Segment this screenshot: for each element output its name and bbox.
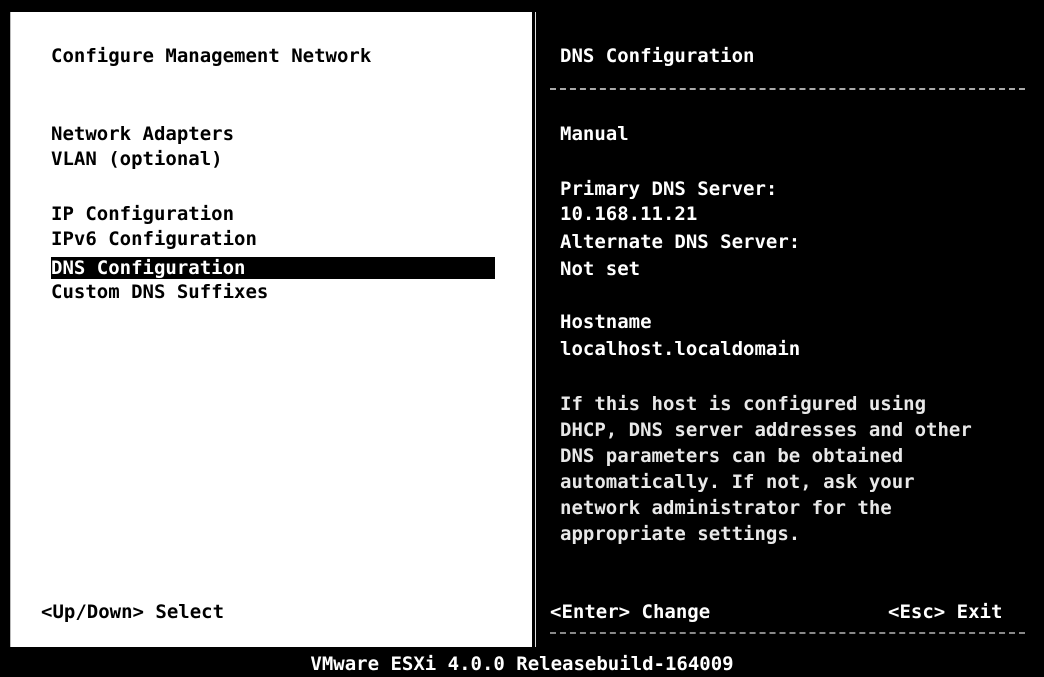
footer-divider xyxy=(550,632,1025,634)
up-down-select-hint: <Up/Down> Select xyxy=(41,601,225,623)
details-pane-title: DNS Configuration xyxy=(560,45,755,67)
status-bar: VMware ESXi 4.0.0 Releasebuild-164009 xyxy=(0,651,1044,677)
help-text-line: If this host is configured using xyxy=(560,393,927,415)
primary-dns-value: 10.168.11.21 xyxy=(560,203,698,225)
title-divider xyxy=(550,88,1025,90)
menu-item-ipv6-configuration[interactable]: IPv6 Configuration xyxy=(51,227,257,251)
primary-dns-label: Primary DNS Server: xyxy=(560,178,778,200)
help-text-line: appropriate settings. xyxy=(560,523,801,545)
esc-exit-hint[interactable]: <Esc> Exit xyxy=(888,600,1002,624)
help-text-line: DHCP, DNS server addresses and other xyxy=(560,419,972,441)
help-text-line: DNS parameters can be obtained xyxy=(560,445,904,467)
dns-mode: Manual xyxy=(560,123,629,145)
menu-pane: Configure Management Network Network Ada… xyxy=(10,12,532,647)
menu-item-dns-configuration[interactable]: DNS Configuration xyxy=(51,257,495,279)
alternate-dns-value: Not set xyxy=(560,258,641,280)
help-text-line: network administrator for the xyxy=(560,497,892,519)
hostname-value: localhost.localdomain xyxy=(560,338,801,360)
menu-item-network-adapters[interactable]: Network Adapters xyxy=(51,122,234,146)
alternate-dns-label: Alternate DNS Server: xyxy=(560,231,801,253)
menu-pane-title: Configure Management Network xyxy=(51,45,372,67)
hostname-label: Hostname xyxy=(560,311,652,333)
esxi-console-screen: Configure Management Network Network Ada… xyxy=(0,0,1044,677)
menu-item-vlan[interactable]: VLAN (optional) xyxy=(51,147,223,171)
menu-item-custom-dns-suffixes[interactable]: Custom DNS Suffixes xyxy=(51,280,268,304)
details-pane: DNS Configuration Manual Primary DNS Ser… xyxy=(535,12,1035,647)
enter-change-hint[interactable]: <Enter> Change xyxy=(550,600,710,624)
help-text-line: automatically. If not, ask your xyxy=(560,471,915,493)
menu-item-ip-configuration[interactable]: IP Configuration xyxy=(51,202,234,226)
